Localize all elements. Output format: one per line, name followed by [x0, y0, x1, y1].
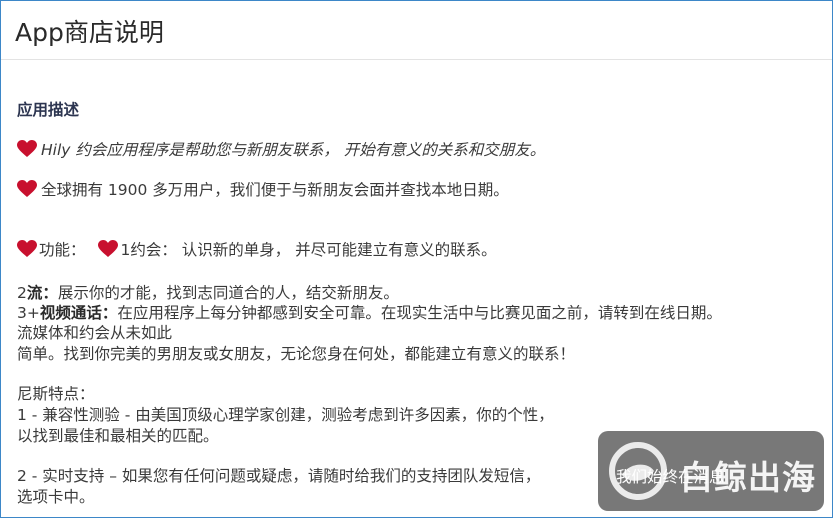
feature-3-line: 3+视频通话：在应用程序上每分钟都感到安全可靠。在现实生活中与比赛见面之前，请转… [17, 303, 722, 323]
feature-2-line: 2流：展示你的才能，找到志同道合的人，结交新朋友。 [17, 283, 399, 303]
feature-3-title: 视频通话： [39, 304, 118, 322]
watermark: 白鲸出海 我们始终在消息 [598, 431, 824, 511]
features-label: 功能： [39, 241, 86, 259]
feature-3-continued: 流媒体和约会从未如此 [17, 324, 173, 342]
page-title: App商店说明 [15, 18, 164, 47]
feature-2-number: 2 [17, 284, 27, 302]
trait-2-overlay-text: 我们始终在消息 [616, 468, 725, 486]
intro-text-2: 全球拥有 1900 多万用户，我们便于与新朋友会面并查找本地日期。 [41, 181, 509, 199]
feature-2-text: 展示你的才能，找到志同道合的人，结交新朋友。 [57, 284, 399, 302]
heart-icon [17, 140, 37, 158]
section-heading: 应用描述 [17, 101, 80, 119]
heart-icon [17, 240, 37, 258]
feature-2-title: 流： [26, 284, 58, 302]
features-line: 功能： 1约会： 认识新的单身， 并尽可能建立有意义的联系。 [17, 240, 497, 260]
intro-text-1: Hily 约会应用程序是帮助您与新朋友联系， 开始有意义的关系和交朋友。 [41, 141, 546, 159]
trait-2-continued: 选项卡中。 [17, 488, 95, 506]
traits-heading: 尼斯特点： [17, 385, 95, 403]
feature-1-text: 1约会： 认识新的单身， 并尽可能建立有意义的联系。 [120, 241, 497, 259]
heart-icon [17, 180, 37, 198]
feature-3-number: 3+ [17, 304, 40, 322]
feature-3-continued-2: 简单。找到你完美的男朋友或女朋友，无论您身在何处，都能建立有意义的联系！ [17, 345, 576, 363]
trait-2-text: 2 - 实时支持 – 如果您有任何问题或疑虑，请随时给我们的支持团队发短信， [17, 467, 541, 485]
intro-line-2: 全球拥有 1900 多万用户，我们便于与新朋友会面并查找本地日期。 [17, 180, 509, 200]
heart-icon [98, 240, 119, 258]
trait-1-continued: 以找到最佳和最相关的匹配。 [17, 427, 219, 445]
app-store-description-panel: App商店说明 应用描述 Hily 约会应用程序是帮助您与新朋友联系， 开始有意… [0, 0, 833, 518]
feature-3-text: 在应用程序上每分钟都感到安全可靠。在现实生活中与比赛见面之前，请转到在线日期。 [117, 304, 722, 322]
trait-1-text: 1 - 兼容性测验 - 由美国顶级心理学家创建，测验考虑到许多因素，你的个性， [17, 406, 554, 424]
panel-header: App商店说明 [1, 1, 832, 60]
intro-line-1: Hily 约会应用程序是帮助您与新朋友联系， 开始有意义的关系和交朋友。 [17, 140, 545, 160]
